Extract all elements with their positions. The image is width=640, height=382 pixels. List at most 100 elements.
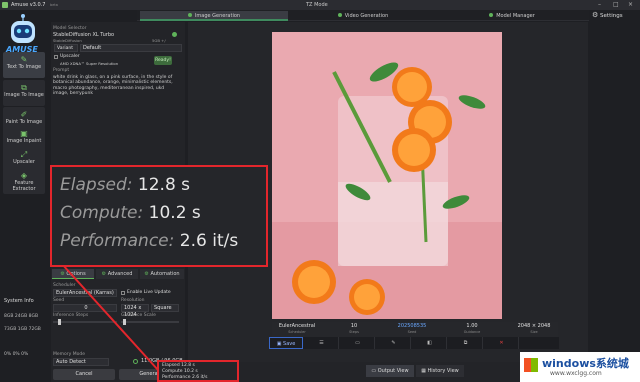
image-toolbar: ▣ Save ☰ ▭ ✎ ◧ ⧉ ✕ bbox=[269, 337, 559, 349]
info-seed: 202508535 bbox=[397, 323, 427, 329]
upscaler-checkbox[interactable] bbox=[54, 55, 58, 59]
prompt-label: Prompt bbox=[53, 68, 70, 73]
stats-mini-highlight: Elapsed 12.8 s Compute 10.2 s Performanc… bbox=[157, 360, 239, 382]
orange-drink-illustration bbox=[272, 32, 502, 319]
image-button[interactable]: ▭ bbox=[341, 337, 375, 349]
info-size: 2048 × 2048 bbox=[517, 323, 551, 329]
trash-icon: ✕ bbox=[499, 340, 504, 346]
paint-icon: ✐ bbox=[20, 110, 28, 119]
picture-icon: ▭ bbox=[355, 340, 360, 346]
watermark-main: windows系统城 bbox=[542, 357, 629, 370]
perf-label: Performance: bbox=[60, 231, 175, 251]
nav-image-to-image[interactable]: ⧉ Image To Image bbox=[3, 80, 45, 106]
info-steps: 10 bbox=[350, 323, 358, 329]
text-image-icon: ✎ bbox=[20, 55, 28, 64]
tab-image-generation[interactable]: Image Generation bbox=[140, 11, 288, 21]
save-label: Save bbox=[283, 341, 296, 347]
generated-image bbox=[272, 32, 502, 319]
mini-elapsed: Elapsed 12.8 s bbox=[162, 363, 195, 368]
nav-label: Upscaler bbox=[13, 159, 35, 165]
model-status-icon bbox=[172, 32, 177, 37]
stats-zoom-overlay: Elapsed: 12.8 s Compute: 10.2 s Performa… bbox=[50, 165, 268, 267]
image-info-bar: EulerAncestral Scheduler 10 Steps 202508… bbox=[272, 322, 558, 338]
close-button[interactable]: × bbox=[628, 0, 633, 10]
prompt-input[interactable]: white drink in glass, on a pink surface,… bbox=[53, 75, 181, 97]
video-gen-icon bbox=[337, 13, 342, 17]
nav-text-to-image[interactable]: ✎ Text To Image bbox=[3, 52, 45, 78]
tab-video-generation[interactable]: Video Generation bbox=[290, 11, 436, 21]
watermark: windows系统城 www.wxclgg.com bbox=[520, 352, 640, 382]
app-icon bbox=[2, 2, 8, 8]
tab-label: Video Generation bbox=[344, 13, 389, 19]
window-title-suffix: beta bbox=[50, 3, 58, 7]
elapsed-line: Elapsed: 12.8 s bbox=[60, 175, 190, 195]
settings-label: Settings bbox=[600, 13, 623, 19]
compute-value: 10.2 s bbox=[148, 203, 201, 223]
nav-label: Image Inpaint bbox=[6, 138, 42, 144]
pencil-icon: ✎ bbox=[391, 340, 396, 346]
mode-label: TZ Mode bbox=[306, 2, 328, 8]
variant-select[interactable]: Default bbox=[80, 44, 182, 52]
upscale-icon: ⤢ bbox=[20, 150, 28, 159]
system-info: System Info 8GB 24GB 8GB 73GB 1GB 72GB 0… bbox=[4, 298, 41, 357]
system-info-row: 8GB 24GB 8GB bbox=[4, 314, 39, 319]
history-view-button[interactable]: ▦ History View bbox=[416, 365, 464, 377]
callout-line bbox=[61, 263, 159, 371]
list-icon: ☰ bbox=[319, 340, 324, 346]
info-scheduler: EulerAncestral bbox=[278, 323, 316, 329]
performance-line: Performance: 2.6 it/s bbox=[60, 231, 238, 251]
system-info-row: 0% 0% 0% bbox=[4, 352, 29, 357]
model-selector-label: Model Selector bbox=[53, 26, 87, 31]
details-button[interactable]: ☰ bbox=[305, 337, 339, 349]
xdna-label: AMD XDNA™ Super Resolution bbox=[60, 61, 119, 66]
gear-icon: ⚙ bbox=[592, 11, 599, 19]
perf-value: 2.6 it/s bbox=[179, 231, 239, 251]
title-bar: Amuse v3.0.7 beta TZ Mode – □ × bbox=[0, 0, 640, 10]
nav-label: Feature Extractor bbox=[12, 180, 36, 192]
maximize-button[interactable]: □ bbox=[613, 0, 619, 10]
app-window: Amuse v3.0.7 beta TZ Mode – □ × Image Ge… bbox=[0, 0, 640, 382]
info-steps-key: Steps bbox=[349, 330, 359, 334]
save-button[interactable]: ▣ Save bbox=[269, 337, 303, 349]
image-gen-icon bbox=[187, 13, 192, 17]
info-seed-key: Seed bbox=[407, 330, 417, 334]
ready-badge: Ready! bbox=[154, 56, 172, 65]
edit-button[interactable]: ✎ bbox=[377, 337, 411, 349]
elapsed-label: Elapsed: bbox=[60, 175, 133, 195]
output-view-label: Output View bbox=[377, 368, 409, 374]
info-guidance: 1.00 bbox=[466, 323, 478, 329]
model-manager-icon bbox=[489, 13, 494, 17]
inpaint-icon: ▣ bbox=[20, 129, 28, 138]
compute-label: Compute: bbox=[60, 203, 144, 223]
copy-button[interactable]: ⧉ bbox=[449, 337, 483, 349]
tab-model-manager[interactable]: Model Manager bbox=[438, 11, 586, 21]
main-tabs: Image Generation Video Generation Model … bbox=[137, 10, 589, 21]
history-view-label: History View bbox=[427, 368, 459, 374]
info-guidance-key: Guidance bbox=[463, 330, 481, 334]
info-size-key: Size bbox=[530, 330, 538, 334]
minimize-button[interactable]: – bbox=[598, 0, 601, 10]
nav-label: Image To Image bbox=[4, 92, 44, 98]
settings-button[interactable]: ⚙ Settings bbox=[592, 10, 623, 22]
tab-label: Model Manager bbox=[496, 13, 535, 19]
elapsed-value: 12.8 s bbox=[137, 175, 191, 195]
nav-label: Text To Image bbox=[6, 64, 42, 70]
system-info-row: 73GB 1GB 72GB bbox=[4, 327, 41, 332]
tab-label: Image Generation bbox=[194, 13, 241, 19]
mini-compute: Compute 10.2 s bbox=[162, 369, 198, 374]
compare-icon: ◧ bbox=[427, 340, 432, 346]
nav-feature-extractor[interactable]: ◈ Feature Extractor bbox=[3, 168, 45, 194]
variant-label: Variant bbox=[54, 44, 78, 52]
compare-button[interactable]: ◧ bbox=[413, 337, 447, 349]
model-sub: StableDiffusion bbox=[53, 38, 82, 43]
system-info-label: System Info bbox=[4, 298, 34, 304]
nav-label: Paint To Image bbox=[5, 119, 43, 125]
watermark-sub: www.wxclgg.com bbox=[550, 370, 602, 377]
copy-icon: ⧉ bbox=[463, 340, 468, 346]
output-view-button[interactable]: ▭ Output View bbox=[366, 365, 414, 377]
info-scheduler-key: Scheduler bbox=[288, 330, 306, 334]
model-meta: 5GB +/ bbox=[152, 38, 166, 43]
delete-button[interactable]: ✕ bbox=[485, 337, 519, 349]
window-title: Amuse v3.0.7 bbox=[11, 2, 46, 8]
upscaler-label: Upscaler bbox=[60, 54, 80, 59]
